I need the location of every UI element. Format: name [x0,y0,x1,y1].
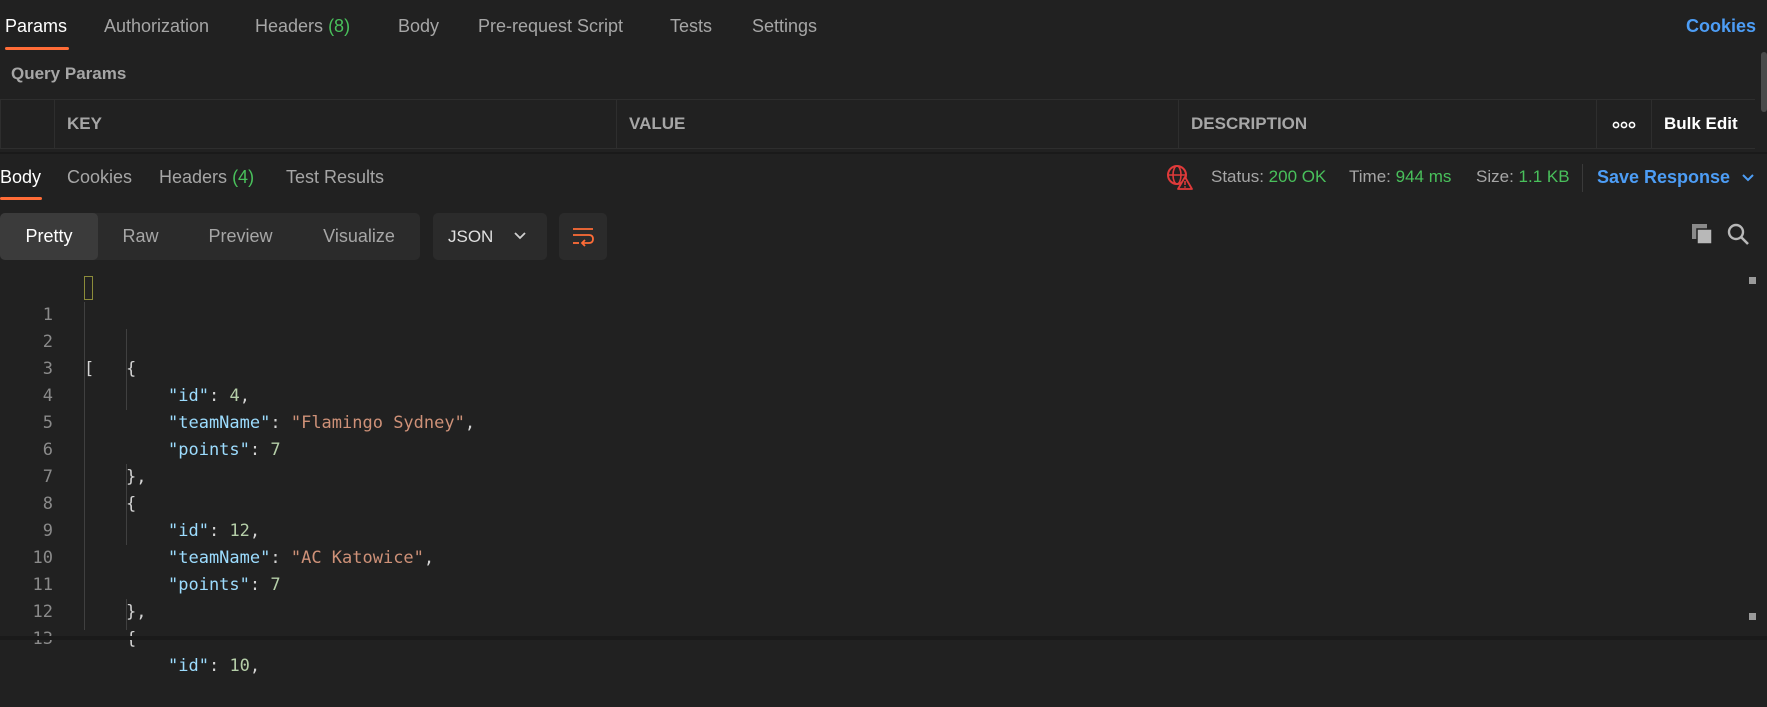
chevron-down-icon [1742,174,1754,182]
code-line: 7 { [0,437,1740,514]
wrap-lines-button[interactable] [559,213,607,260]
view-pretty-button[interactable]: Pretty [0,213,98,260]
more-horizontal-icon[interactable] [1596,100,1651,148]
tab-authorization[interactable]: Authorization [104,16,209,37]
view-preview-button[interactable]: Preview [183,213,298,260]
time-label: Time: [1349,167,1391,186]
code-line: 6 }, [0,410,1740,487]
view-mode-selector: Pretty Raw Preview Visualize [0,213,420,260]
active-tab-indicator [5,47,69,50]
tab-headers-count: (8) [328,16,351,36]
chevron-down-icon [514,232,526,240]
save-response-label: Save Response [1597,167,1731,187]
code-line: 12 { [0,572,1740,649]
code-line: 4 "teamName": "Flamingo Sydney", [0,356,1740,433]
tab-params[interactable]: Params [5,16,67,37]
globe-error-icon[interactable] [1166,164,1194,195]
status-label: Status: [1211,167,1264,186]
response-tab-headers-count: (4) [232,167,255,187]
query-params-table-header: KEY VALUE DESCRIPTION Bulk Edit [0,99,1755,149]
json-comma: , [249,656,261,676]
pane-divider[interactable] [0,152,1767,154]
code-line: 5 "points": 7 [0,383,1740,460]
search-icon[interactable] [1726,222,1750,251]
code-line: 13 "id": 10, [0,599,1740,676]
bottom-border [0,636,1767,640]
time-info[interactable]: Time: 944 ms [1349,167,1451,187]
column-value: VALUE [616,100,1178,148]
wrap-lines-icon [573,228,594,247]
response-active-tab-indicator [0,197,42,200]
format-select[interactable]: JSON [433,213,547,260]
code-line: 2 { [0,302,1740,379]
response-tab-body[interactable]: Body [0,167,41,188]
status-divider [1582,164,1583,192]
format-select-value: JSON [448,227,494,246]
tab-headers[interactable]: Headers (8) [255,16,350,37]
scrollbar-marker-top[interactable] [1749,277,1756,284]
size-value: 1.1 KB [1518,167,1570,186]
code-line: 10 "points": 7 [0,518,1740,595]
params-scrollbar[interactable] [1761,52,1767,112]
checkbox-column [0,100,54,148]
bracket-match-highlight [84,276,93,300]
json-value: 10 [229,656,250,676]
json-key: "id" [168,656,209,676]
cookies-link[interactable]: Cookies [1686,16,1756,37]
view-visualize-button[interactable]: Visualize [298,213,420,260]
size-info[interactable]: Size: 1.1 KB [1476,167,1570,187]
code-line: 1 [ [0,275,1740,379]
code-line: 11 }, [0,545,1740,622]
query-params-title: Query Params [11,64,127,83]
response-tab-test-results[interactable]: Test Results [286,167,384,188]
code-text: "id": 10, [168,656,261,676]
tab-headers-label: Headers [255,16,324,36]
save-response-button[interactable]: Save Response [1597,167,1755,188]
column-description: DESCRIPTION [1178,100,1596,148]
response-tab-headers[interactable]: Headers (4) [159,167,254,188]
tab-tests[interactable]: Tests [670,16,712,37]
response-tab-headers-label: Headers [159,167,228,187]
code-line: 8 "id": 12, [0,464,1740,541]
size-label: Size: [1476,167,1514,186]
status-value: 200 OK [1268,167,1327,186]
tab-pre-request-script[interactable]: Pre-request Script [478,16,623,37]
time-value: 944 ms [1395,167,1452,186]
code-line: 3 "id": 4, [0,329,1740,406]
scrollbar-marker-bottom[interactable] [1749,613,1756,620]
tab-body[interactable]: Body [398,16,439,37]
response-body-editor[interactable]: 1 [ 2 { 3 "id": 4, 4 "teamName": "Flamin… [0,275,1760,676]
tab-settings[interactable]: Settings [752,16,817,37]
bulk-edit-button[interactable]: Bulk Edit [1651,100,1755,148]
copy-icon[interactable] [1690,222,1714,251]
status-info[interactable]: Status: 200 OK [1211,167,1326,187]
request-tabs: Params Authorization Headers (8) Body Pr… [0,0,1767,50]
view-raw-button[interactable]: Raw [98,213,183,260]
response-tab-cookies[interactable]: Cookies [67,167,132,188]
code-line: 9 "teamName": "AC Katowice", [0,491,1740,568]
column-key: KEY [54,100,616,148]
